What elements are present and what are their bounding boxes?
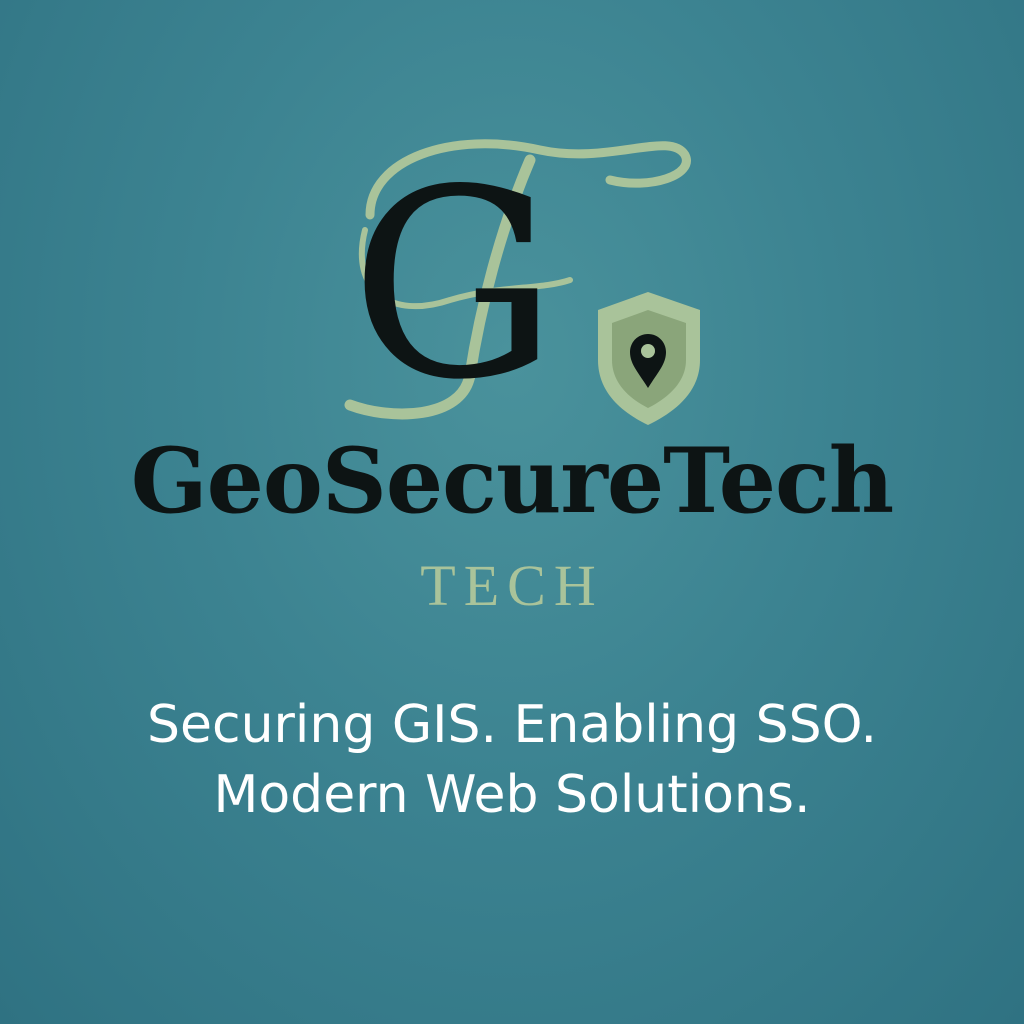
brand-subtitle: TECH — [420, 553, 604, 618]
shield-location-icon — [598, 292, 700, 425]
monogram-letter: G — [350, 135, 558, 437]
tagline: Securing GIS. Enabling SSO. Modern Web S… — [0, 690, 1024, 830]
tagline-line-2: Modern Web Solutions. — [213, 765, 811, 825]
tagline-line-1: Securing GIS. Enabling SSO. — [146, 695, 877, 755]
brand-name: GeoSecureTech — [130, 428, 894, 534]
monogram-icon: G — [344, 135, 700, 437]
logo-mark: G — [330, 120, 730, 440]
